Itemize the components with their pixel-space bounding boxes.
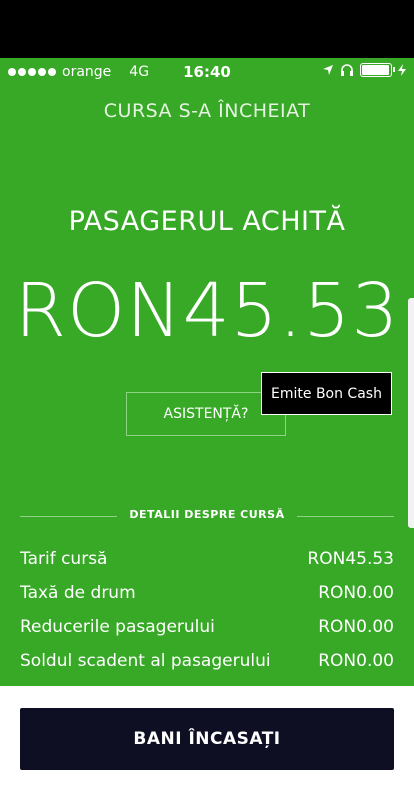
cash-receipt-tooltip[interactable]: Emite Bon Cash <box>261 372 392 415</box>
detail-value: RON0.00 <box>318 583 394 603</box>
detail-row-discounts: Reducerile pasagerului RON0.00 <box>20 610 394 644</box>
screen-title: CURSA S-A ÎNCHEIAT <box>103 100 311 122</box>
battery-icon <box>360 63 395 77</box>
status-right <box>322 63 406 77</box>
details-section-title-text: DETALII DESPRE CURSĂ <box>117 508 297 521</box>
detail-label: Tarif cursă <box>20 549 108 569</box>
charging-icon <box>398 64 406 76</box>
headphones-icon <box>341 64 353 76</box>
detail-row-balance: Soldul scadent al pasagerului RON0.00 <box>20 644 394 678</box>
detail-label: Taxă de drum <box>20 583 136 603</box>
bottom-panel: BANI ÎNCASAȚI <box>0 686 414 800</box>
detail-value: RON45.53 <box>307 549 394 569</box>
status-bar: orange 4G 16:40 <box>0 58 414 86</box>
payment-title: PASAGERUL ACHITĂ <box>68 206 346 237</box>
details-list: Tarif cursă RON45.53 Taxă de drum RON0.0… <box>20 542 394 678</box>
payment-amount: RON45.53 <box>14 268 400 354</box>
detail-label: Reducerile pasagerului <box>20 617 215 637</box>
top-black-bar <box>0 0 414 58</box>
trip-ended-screen: orange 4G 16:40 CURSA S-A ÎNCHEIAT PASAG… <box>0 58 414 800</box>
details-section-title: DETALII DESPRE CURSĂ <box>0 508 414 521</box>
detail-row-toll: Taxă de drum RON0.00 <box>20 576 394 610</box>
detail-label: Soldul scadent al pasagerului <box>20 651 271 671</box>
detail-value: RON0.00 <box>318 651 394 671</box>
cash-collected-button[interactable]: BANI ÎNCASAȚI <box>20 708 394 770</box>
side-scroll-handle[interactable] <box>408 298 414 528</box>
detail-value: RON0.00 <box>318 617 394 637</box>
location-icon <box>323 65 333 75</box>
detail-row-fare: Tarif cursă RON45.53 <box>20 542 394 576</box>
